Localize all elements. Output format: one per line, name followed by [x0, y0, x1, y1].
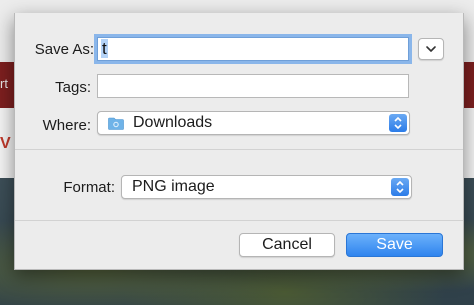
save-as-label: Save As:: [34, 41, 94, 58]
format-label: Format:: [63, 179, 115, 196]
folder-icon: [108, 117, 124, 130]
where-stepper: [389, 114, 407, 132]
section-divider-bottom: [15, 220, 463, 221]
where-value: Downloads: [133, 114, 213, 131]
format-popup[interactable]: PNG image: [121, 175, 412, 199]
format-value: PNG image: [132, 178, 215, 195]
section-divider-top: [15, 149, 463, 150]
save-dialog: Save As: t Tags: Where: Downloads Format…: [14, 13, 464, 270]
cancel-button[interactable]: Cancel: [239, 233, 335, 257]
tags-label: Tags:: [55, 79, 91, 96]
background-banner-text: rt: [0, 76, 8, 91]
tags-input[interactable]: [97, 74, 409, 98]
up-down-arrows-icon: [394, 116, 402, 130]
up-down-arrows-icon: [396, 180, 404, 194]
chevron-down-icon: [426, 46, 436, 52]
expand-dialog-button[interactable]: [418, 38, 444, 60]
where-popup[interactable]: Downloads: [97, 111, 410, 135]
save-as-input[interactable]: t: [97, 37, 409, 61]
where-label: Where:: [42, 117, 91, 134]
background-heading-fragment: V: [0, 135, 11, 152]
save-button[interactable]: Save: [346, 233, 443, 257]
format-stepper: [391, 178, 409, 196]
save-as-value: t: [101, 39, 108, 58]
